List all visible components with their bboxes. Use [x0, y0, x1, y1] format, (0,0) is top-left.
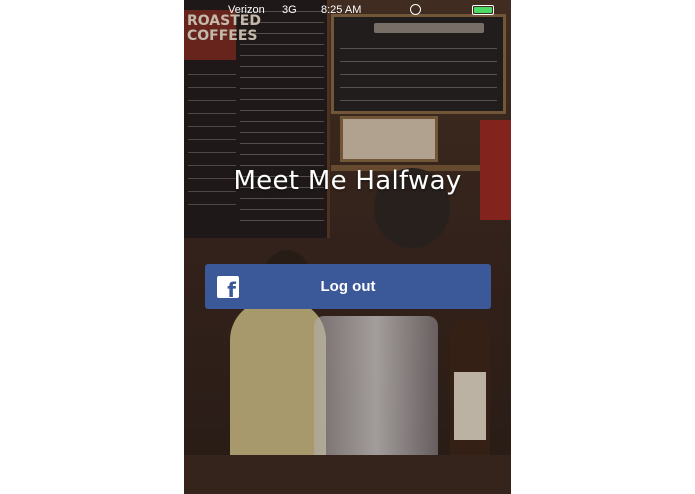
- facebook-icon: f: [217, 276, 239, 301]
- logout-button-label: Log out: [320, 278, 376, 295]
- do-not-disturb-icon: [410, 4, 421, 15]
- status-bar: Verizon 3G 8:25 AM: [184, 0, 511, 20]
- facebook-logout-button[interactable]: f Log out: [205, 264, 491, 309]
- cafe-background-image: ROASTED COFFEES: [184, 0, 511, 494]
- status-time: 8:25 AM: [321, 4, 362, 16]
- phone-screen: ROASTED COFFEES Verizon 3G 8:25 AM Meet M…: [184, 0, 511, 494]
- network-label: 3G: [282, 4, 297, 16]
- app-title: Meet Me Halfway: [233, 166, 462, 196]
- battery-icon: [472, 5, 494, 15]
- carrier-label: Verizon: [228, 4, 265, 16]
